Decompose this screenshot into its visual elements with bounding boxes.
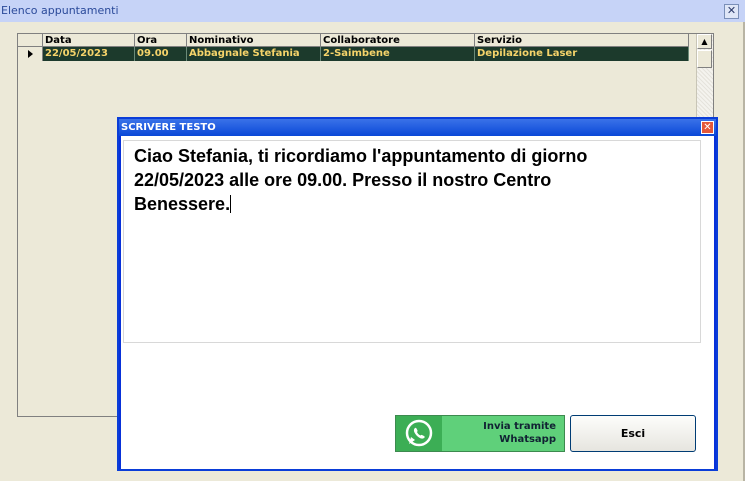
dialog-title: SCRIVERE TESTO: [121, 122, 216, 133]
send-whatsapp-button[interactable]: Invia tramite Whatsapp: [395, 415, 565, 452]
column-header-data[interactable]: Data: [43, 34, 135, 47]
scroll-thumb[interactable]: [697, 50, 712, 68]
grid-header: Data Ora Nominativo Collaboratore Serviz…: [18, 34, 689, 47]
column-header-servizio[interactable]: Servizio: [475, 34, 689, 47]
table-row[interactable]: 22/05/2023 09.00 Abbagnale Stefania 2-Sa…: [18, 47, 689, 61]
whatsapp-icon: [396, 416, 442, 451]
cell-data[interactable]: 22/05/2023: [43, 47, 135, 61]
cell-servizio[interactable]: Depilazione Laser: [475, 47, 689, 61]
cell-nominativo[interactable]: Abbagnale Stefania: [187, 47, 321, 61]
write-text-dialog: SCRIVERE TESTO ✕ Ciao Stefania, ti ricor…: [117, 117, 718, 471]
window-title: Elenco appuntamenti: [1, 4, 119, 17]
grid-corner: [18, 34, 43, 47]
message-textarea[interactable]: Ciao Stefania, ti ricordiamo l'appuntame…: [123, 140, 701, 343]
message-text: Ciao Stefania, ti ricordiamo l'appuntame…: [134, 146, 588, 214]
column-header-collaboratore[interactable]: Collaboratore: [321, 34, 475, 47]
dialog-body: Ciao Stefania, ti ricordiamo l'appuntame…: [121, 136, 714, 469]
column-header-ora[interactable]: Ora: [135, 34, 187, 47]
row-pointer-icon: [28, 50, 33, 58]
column-header-nominativo[interactable]: Nominativo: [187, 34, 321, 47]
window-close-button[interactable]: ✕: [724, 4, 739, 19]
cell-ora[interactable]: 09.00: [135, 47, 187, 61]
cell-collaboratore[interactable]: 2-Saimbene: [321, 47, 475, 61]
dialog-close-button[interactable]: ✕: [701, 121, 714, 134]
row-selector[interactable]: [18, 47, 43, 61]
dialog-titlebar: SCRIVERE TESTO ✕: [119, 119, 716, 136]
text-caret: [230, 195, 232, 213]
exit-button[interactable]: Esci: [570, 415, 696, 452]
whatsapp-button-label: Invia tramite Whatsapp: [483, 421, 556, 445]
scroll-up-button[interactable]: ▲: [697, 34, 712, 49]
window-titlebar: Elenco appuntamenti ✕: [0, 0, 745, 22]
